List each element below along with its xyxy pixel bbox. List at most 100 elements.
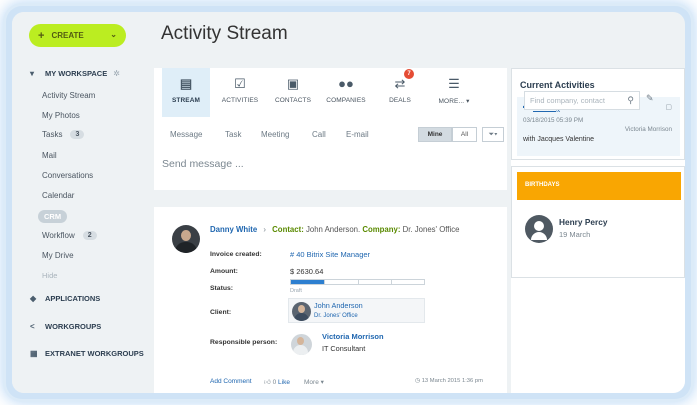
- post-header: Danny White › Contact: John Anderson. Co…: [210, 225, 459, 234]
- post-type-task[interactable]: Task: [225, 130, 241, 139]
- sidebar-item-calendar[interactable]: Calendar: [42, 191, 74, 200]
- post-timestamp: ◷ 13 March 2015 1:36 pm: [415, 378, 483, 384]
- more-menu[interactable]: More ▾: [304, 378, 324, 386]
- sidebar-item-label: CRM: [44, 212, 62, 221]
- contacts-icon: ▣: [286, 76, 300, 91]
- sidebar-item-conversations[interactable]: Conversations: [42, 171, 93, 180]
- applications-label: APPLICATIONS: [45, 294, 101, 303]
- status-progress-bar: [290, 279, 425, 285]
- post-type-tabs: Message Task Meeting Call E-mail Mine Al…: [154, 126, 507, 146]
- right-panel: Current Activities ▬ Meeting ▢ 03/18/201…: [511, 68, 685, 393]
- sidebar-item-label: Tasks: [42, 130, 63, 139]
- hide-label: Hide: [42, 271, 58, 280]
- tab-deals[interactable]: ⇄ 7 DEALS: [376, 68, 424, 117]
- post-author-link[interactable]: Danny White: [210, 225, 257, 234]
- workflow-count-badge: 2: [82, 231, 97, 240]
- person-avatar-icon[interactable]: [525, 215, 553, 243]
- timestamp-text: 13 March 2015 1:36 pm: [421, 378, 483, 384]
- like-label: Like: [278, 379, 290, 386]
- responsible-name-link[interactable]: Victoria Morrison: [322, 332, 384, 341]
- like-button[interactable]: 👍︎ 0 Like: [264, 378, 290, 386]
- amount-value: $ 2630.64: [290, 267, 324, 276]
- tab-label: MORE... ▾: [438, 98, 470, 105]
- grid-icon: ▦: [30, 349, 38, 358]
- calendar-icon: ▢: [665, 104, 672, 111]
- gear-icon[interactable]: ✲: [113, 69, 120, 78]
- tab-companies[interactable]: ●● COMPANIES: [322, 68, 370, 117]
- more-label: MORE...: [438, 98, 465, 105]
- activity-desc: with Jacques Valentine: [523, 136, 595, 143]
- birthday-person-name[interactable]: Henry Percy: [559, 217, 607, 227]
- activity-owner: Victoria Morrison: [624, 126, 672, 133]
- sidebar-item-my-photos[interactable]: My Photos: [42, 111, 80, 120]
- pin-icon[interactable]: ✎: [646, 93, 654, 104]
- sidebar-item-label: Calendar: [42, 191, 75, 200]
- post-type-message[interactable]: Message: [170, 130, 202, 139]
- create-label: CREATE: [51, 31, 84, 40]
- current-activities-box: Current Activities ▬ Meeting ▢ 03/18/201…: [511, 68, 685, 160]
- tab-label: ACTIVITIES: [221, 97, 259, 104]
- applications-section[interactable]: ◆ APPLICATIONS: [30, 294, 100, 303]
- sidebar-item-tasks[interactable]: Tasks 3: [42, 130, 85, 139]
- chevron-down-icon: ⌄: [110, 30, 117, 39]
- main-area: Activity Stream ▤ STREAM ☑ ACTIVITIES ▣ …: [152, 12, 685, 393]
- search-input[interactable]: Find company, contact ⚲: [524, 91, 640, 110]
- company-label: Company:: [362, 225, 401, 234]
- search-icon[interactable]: ⚲: [627, 95, 634, 106]
- sidebar-item-activity-stream[interactable]: Activity Stream: [42, 91, 95, 100]
- post-type-meeting[interactable]: Meeting: [261, 130, 289, 139]
- current-activities-title: Current Activities: [520, 80, 595, 90]
- author-avatar[interactable]: [172, 225, 200, 253]
- responsible-title: IT Consultant: [322, 344, 366, 353]
- tab-contacts[interactable]: ▣ CONTACTS: [269, 68, 317, 117]
- responsible-avatar[interactable]: [291, 334, 312, 355]
- client-name-link[interactable]: John Anderson: [314, 301, 363, 310]
- sidebar-hide-link[interactable]: Hide: [42, 271, 57, 280]
- birthdays-box: BIRTHDAYS Henry Percy 19 March: [511, 166, 685, 278]
- responsible-label: Responsible person:: [210, 339, 278, 346]
- amount-label: Amount:: [210, 268, 238, 275]
- tasks-count-badge: 3: [70, 130, 85, 139]
- page-title: Activity Stream: [161, 23, 288, 44]
- post-type-email[interactable]: E-mail: [346, 130, 369, 139]
- invoice-label: Invoice created:: [210, 251, 262, 258]
- tab-label: DEALS: [389, 97, 411, 104]
- status-progress-fill: [291, 280, 325, 284]
- workgroups-section[interactable]: < WORKGROUPS: [30, 322, 101, 331]
- sidebar-item-my-drive[interactable]: My Drive: [42, 251, 74, 260]
- tab-activities[interactable]: ☑ ACTIVITIES: [216, 68, 264, 117]
- add-comment-link[interactable]: Add Comment: [210, 378, 252, 385]
- status-stage-label: Draft: [290, 288, 302, 294]
- chevron-right-icon: ›: [263, 225, 266, 234]
- companies-icon: ●●: [338, 76, 354, 91]
- status-label: Status:: [210, 285, 234, 292]
- client-avatar[interactable]: [292, 302, 311, 321]
- tab-stream[interactable]: ▤ STREAM: [162, 68, 210, 117]
- filter-funnel-icon[interactable]: ⏷▾: [482, 127, 504, 142]
- progress-segment: [390, 280, 424, 284]
- sidebar-item-workflow[interactable]: Workflow 2: [42, 231, 97, 240]
- sidebar-item-crm[interactable]: CRM: [38, 210, 68, 223]
- more-icon: ☰: [448, 76, 460, 91]
- message-composer[interactable]: Send message ...: [162, 158, 244, 170]
- filter-mine-button[interactable]: Mine: [418, 127, 452, 142]
- tab-label: COMPANIES: [326, 97, 366, 104]
- deals-notification-badge: 7: [404, 69, 414, 79]
- contact-value: John Anderson.: [305, 225, 361, 234]
- tab-more[interactable]: ☰ MORE... ▾: [430, 68, 478, 117]
- create-button[interactable]: + CREATE ⌄: [29, 24, 126, 47]
- extranet-workgroups-section[interactable]: ▦ EXTRANET WORKGROUPS: [30, 349, 144, 358]
- sidebar-item-mail[interactable]: Mail: [42, 151, 57, 160]
- invoice-link[interactable]: # 40 Bitrix Site Manager: [290, 250, 370, 259]
- workgroups-label: WORKGROUPS: [45, 322, 102, 331]
- clock-icon: ◷: [415, 378, 421, 384]
- my-workspace-header[interactable]: ▾ MY WORKSPACE ✲: [30, 69, 120, 78]
- birthdays-header: BIRTHDAYS: [517, 172, 681, 200]
- filter-all-button[interactable]: All: [452, 127, 477, 142]
- sidebar-item-label: My Photos: [42, 111, 80, 120]
- tab-label: STREAM: [171, 97, 201, 104]
- client-label: Client:: [210, 309, 232, 316]
- post-type-call[interactable]: Call: [312, 130, 326, 139]
- client-company-link[interactable]: Dr. Jones' Office: [314, 313, 358, 319]
- stream-icon: ▤: [179, 76, 193, 91]
